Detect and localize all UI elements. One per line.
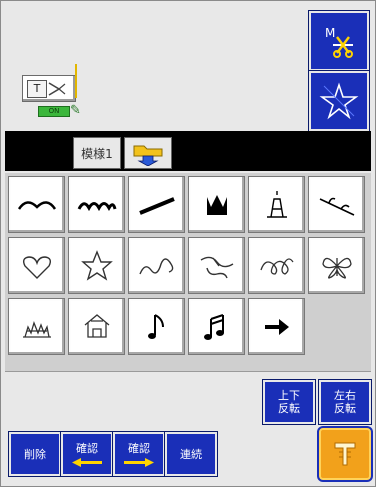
thread-scissors-icon [48, 81, 66, 96]
heart-icon [22, 255, 51, 279]
flip-vertical-button[interactable]: 上下 反転 [263, 380, 315, 424]
screen-frame: T ON ✎ M 模様1 上下 反転 左右 反転 削除 確認 確認 連続 [0, 0, 376, 487]
scallop-triple-icon [77, 201, 116, 211]
flip-horizontal-line2: 反転 [334, 402, 356, 415]
pattern-butterfly[interactable] [308, 237, 365, 294]
pattern-swirl-wave[interactable] [128, 237, 185, 294]
pattern-tower[interactable] [248, 176, 305, 233]
swirl-wave-icon [138, 257, 173, 274]
star-outline-icon [319, 82, 359, 120]
tower-icon [266, 190, 287, 218]
butterfly-icon [321, 257, 352, 279]
right-arrow-icon [124, 457, 154, 467]
pattern-diagonal-bar[interactable] [128, 176, 185, 233]
thread-label: T [27, 79, 47, 98]
crown-icon [206, 194, 227, 215]
confirm-right-label: 確認 [128, 441, 150, 455]
pencil-icon: ✎ [70, 103, 81, 118]
continuous-button[interactable]: 連続 [165, 432, 217, 476]
tab-pattern-folder[interactable] [124, 137, 172, 169]
right-arrow-icon [264, 318, 289, 335]
tool-key-icon [334, 442, 356, 466]
star-icon [80, 249, 113, 281]
pattern-house[interactable] [68, 298, 125, 355]
text-cursor [75, 64, 77, 98]
pattern-folder-icon [133, 145, 163, 166]
thread-indicator: T [22, 75, 76, 102]
star-outline-button[interactable] [309, 71, 369, 131]
tab-pattern-1[interactable]: 模様1 [73, 137, 121, 169]
delete-button[interactable]: 削除 [9, 432, 61, 476]
pattern-star[interactable] [68, 237, 125, 294]
pattern-right-arrow[interactable] [248, 298, 305, 355]
pattern-knot-loop[interactable] [248, 237, 305, 294]
flip-horizontal-button[interactable]: 左右 反転 [319, 380, 371, 424]
house-icon [84, 313, 109, 338]
flip-horizontal-line1: 左右 [334, 389, 356, 402]
pattern-tab-bar: 模様1 [5, 131, 371, 171]
pattern-scallop-small[interactable] [8, 176, 65, 233]
svg-text:M: M [325, 26, 335, 40]
continuous-label: 連続 [180, 447, 202, 461]
flip-vertical-line1: 上下 [278, 389, 300, 402]
delete-label: 削除 [24, 447, 46, 461]
pattern-floral-vine[interactable] [188, 237, 245, 294]
music-double-note-icon [203, 313, 224, 340]
pattern-crown[interactable] [188, 176, 245, 233]
floral-vine-icon [200, 256, 233, 278]
pattern-grid [5, 173, 371, 371]
pattern-triple-scallop[interactable] [68, 176, 125, 233]
leaf-branch-icon [319, 197, 354, 216]
confirm-right-button[interactable]: 確認 [113, 432, 165, 476]
scallop-icon [17, 200, 56, 210]
music-note-icon [147, 313, 164, 339]
confirm-left-button[interactable]: 確認 [61, 432, 113, 476]
grass-icon [22, 320, 51, 338]
diagonal-bar-icon [138, 196, 175, 215]
flip-vertical-line2: 反転 [278, 402, 300, 415]
knot-loop-icon [259, 257, 294, 275]
pattern-music-note[interactable] [128, 298, 185, 355]
pattern-grass[interactable] [8, 298, 65, 355]
embroidery-preview-area: T ON ✎ [2, 2, 302, 122]
scissors-cut-icon: M [325, 26, 353, 58]
tab-pattern-1-label: 模様1 [81, 146, 113, 161]
confirm-left-label: 確認 [76, 441, 98, 455]
pattern-leaf-branch[interactable] [308, 176, 365, 233]
bottom-controls: 上下 反転 左右 反転 削除 確認 確認 連続 [5, 371, 371, 485]
status-tag: ON [38, 106, 70, 117]
cut-pattern-button[interactable]: M [309, 11, 369, 71]
pattern-heart[interactable] [8, 237, 65, 294]
pattern-music-double[interactable] [188, 298, 245, 355]
tool-key-button[interactable] [319, 428, 371, 480]
left-arrow-icon [72, 457, 102, 467]
